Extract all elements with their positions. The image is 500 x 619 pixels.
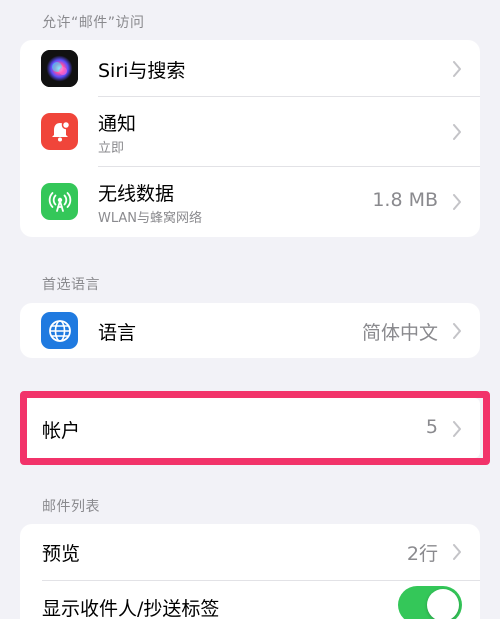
section-header-language: 首选语言 bbox=[42, 277, 100, 293]
language-value: 简体中文 bbox=[361, 322, 438, 344]
show-to-cc-title: 显示收件人/抄送标签 bbox=[42, 598, 220, 619]
settings-row-language[interactable]: 语言 简体中文 bbox=[20, 303, 480, 358]
section-header-mail-list: 邮件列表 bbox=[42, 499, 100, 515]
cellular-subtitle: WLAN与蜂窝网络 bbox=[98, 211, 203, 226]
section-header-access: 允许“邮件”访问 bbox=[42, 15, 145, 31]
preview-value: 2行 bbox=[406, 543, 438, 565]
highlight-annotation-box bbox=[20, 391, 490, 465]
antenna-icon bbox=[41, 183, 78, 220]
siri-icon bbox=[41, 50, 78, 87]
mail-list-card: 预览 2行 显示收件人/抄送标签 bbox=[20, 524, 480, 619]
mail-settings-page: 允许“邮件”访问 Siri与搜索 通知 立即 无线数据 WLAN与蜂窝网络 1.… bbox=[0, 0, 500, 619]
language-title: 语言 bbox=[98, 322, 137, 344]
settings-row-preview[interactable]: 预览 2行 bbox=[20, 524, 480, 580]
settings-row-siri[interactable]: Siri与搜索 bbox=[20, 40, 480, 97]
chevron-right-icon bbox=[453, 323, 461, 339]
settings-row-cellular[interactable]: 无线数据 WLAN与蜂窝网络 1.8 MB bbox=[20, 167, 480, 237]
settings-row-show-to-cc: 显示收件人/抄送标签 bbox=[20, 581, 480, 619]
preview-title: 预览 bbox=[42, 543, 81, 565]
notifications-subtitle: 立即 bbox=[98, 141, 125, 156]
chevron-right-icon bbox=[453, 194, 461, 210]
settings-row-notifications[interactable]: 通知 立即 bbox=[20, 97, 480, 167]
toggle-knob bbox=[427, 589, 459, 619]
notifications-title: 通知 bbox=[98, 113, 137, 135]
access-card: Siri与搜索 通知 立即 无线数据 WLAN与蜂窝网络 1.8 MB bbox=[20, 40, 480, 237]
chevron-right-icon bbox=[453, 124, 461, 140]
cellular-usage-value: 1.8 MB bbox=[372, 189, 438, 211]
show-to-cc-toggle[interactable] bbox=[398, 586, 462, 619]
chevron-right-icon bbox=[453, 544, 461, 560]
bell-icon bbox=[41, 113, 78, 150]
chevron-right-icon bbox=[453, 61, 461, 77]
cellular-title: 无线数据 bbox=[98, 183, 175, 205]
globe-icon bbox=[41, 312, 78, 349]
siri-title: Siri与搜索 bbox=[98, 60, 186, 82]
language-card: 语言 简体中文 bbox=[20, 303, 480, 358]
